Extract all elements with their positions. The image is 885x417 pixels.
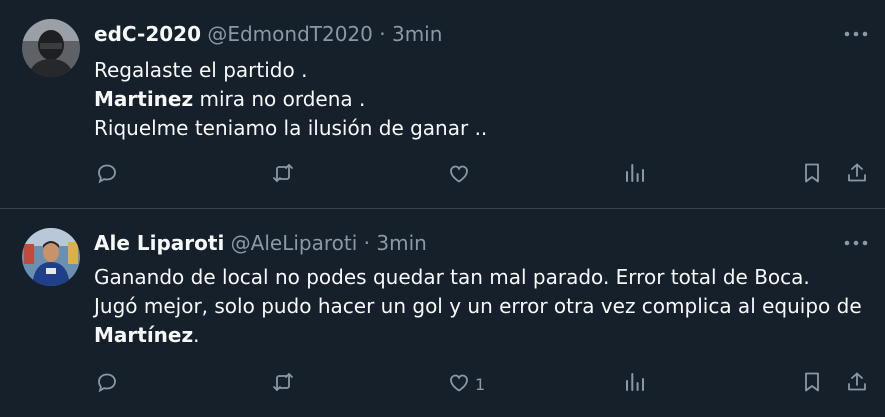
tweet-text-line: Martínez.: [94, 321, 867, 350]
avatar[interactable]: [22, 19, 80, 77]
tweet-text-segment: Regalaste el partido .: [94, 58, 308, 82]
avatar[interactable]: [22, 228, 80, 286]
retweet-button[interactable]: [271, 369, 295, 399]
tweet-text-line: Martinez mira no ordena .: [94, 85, 867, 114]
bookmark-button[interactable]: [800, 160, 824, 190]
tweet-card[interactable]: Ale Liparoti @AleLiparoti · 3min Ganando…: [0, 209, 885, 417]
bookmark-icon: [800, 370, 824, 398]
separator: ·: [363, 231, 370, 255]
bookmark-button[interactable]: [800, 369, 824, 399]
tweet-header: edC-2020 @EdmondT2020 · 3min: [94, 22, 442, 46]
tweet-text: Ganando de local no podes quedar tan mal…: [94, 263, 867, 350]
handle[interactable]: @AleLiparoti: [231, 231, 358, 255]
tweet-text-segment: mira no ordena .: [193, 87, 366, 111]
views-icon: [623, 370, 647, 398]
like-count: 1: [475, 374, 486, 394]
like-icon: [447, 161, 471, 189]
display-name[interactable]: edC-2020: [94, 22, 201, 46]
tweet-text-bold: Martinez: [94, 87, 194, 111]
reply-button[interactable]: [95, 369, 119, 399]
tweet-text: Regalaste el partido . Martinez mira no o…: [94, 56, 867, 143]
timestamp[interactable]: 3min: [392, 22, 442, 46]
timestamp[interactable]: 3min: [376, 231, 426, 255]
retweet-button[interactable]: [271, 160, 295, 190]
tweet-text-segment: Riquelme teniamo la ilusión de ganar ..: [94, 116, 488, 140]
retweet-icon: [271, 370, 295, 398]
tweet-text-segment: .: [193, 323, 200, 347]
share-button[interactable]: [845, 160, 869, 190]
like-button[interactable]: 1: [447, 369, 485, 399]
tweet-header: Ale Liparoti @AleLiparoti · 3min: [94, 231, 427, 255]
reply-button[interactable]: [95, 160, 119, 190]
like-icon: [447, 370, 471, 398]
tweet-text-line: Jugó mejor, solo pudo hacer un gol y un …: [94, 292, 867, 321]
tweet-text-line: Riquelme teniamo la ilusión de ganar ..: [94, 114, 867, 143]
handle[interactable]: @EdmondT2020: [207, 22, 373, 46]
reply-icon: [95, 370, 119, 398]
views-icon: [623, 161, 647, 189]
tweet-text-line: Ganando de local no podes quedar tan mal…: [94, 263, 867, 292]
separator: ·: [379, 22, 386, 46]
tweet-text-bold: Martínez: [94, 323, 194, 347]
tweet-card[interactable]: edC-2020 @EdmondT2020 · 3min Regalaste e…: [0, 0, 885, 209]
tweet-text-segment: Jugó mejor, solo pudo hacer un gol y un …: [94, 294, 862, 318]
views-button[interactable]: [623, 160, 647, 190]
reply-icon: [95, 161, 119, 189]
display-name[interactable]: Ale Liparoti: [94, 231, 224, 255]
retweet-icon: [271, 161, 295, 189]
like-button[interactable]: [447, 160, 475, 190]
action-bar: [0, 160, 885, 190]
share-icon: [845, 370, 869, 398]
bookmark-icon: [800, 161, 824, 189]
action-bar: 1: [0, 369, 885, 399]
views-button[interactable]: [623, 369, 647, 399]
tweet-text-segment: Ganando de local no podes quedar tan mal…: [94, 265, 810, 289]
share-button[interactable]: [845, 369, 869, 399]
more-icon[interactable]: [843, 233, 869, 253]
more-icon[interactable]: [843, 24, 869, 44]
share-icon: [845, 161, 869, 189]
tweet-text-line: Regalaste el partido .: [94, 56, 867, 85]
